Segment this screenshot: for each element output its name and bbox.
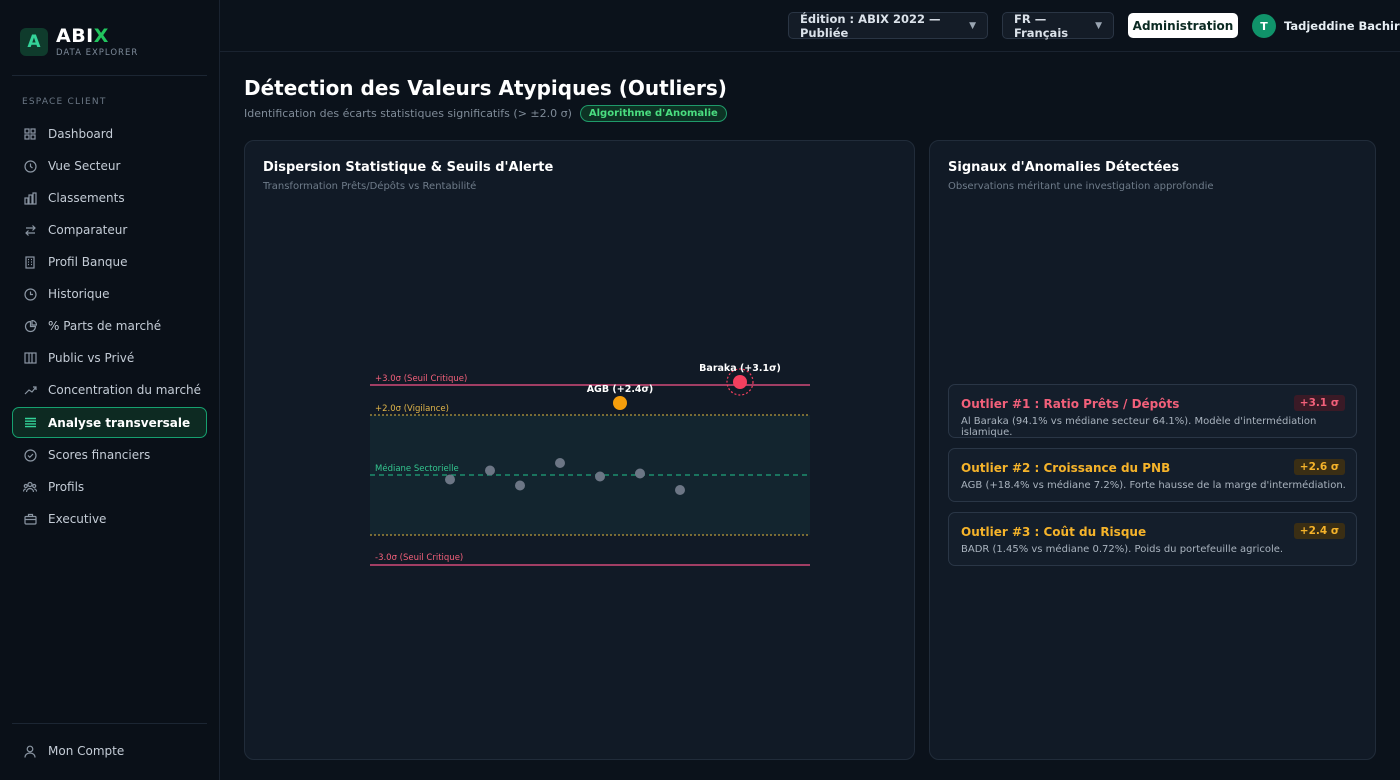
data-point	[555, 458, 565, 468]
user-name: Tadjeddine Bachir	[1284, 19, 1400, 33]
sidebar-item-label: Classements	[48, 191, 125, 205]
anomaly-description: AGB (+18.4% vs médiane 7.2%). Forte haus…	[961, 480, 1346, 491]
sidebar-item-label: Scores financiers	[48, 448, 151, 462]
logo-a-icon: A	[20, 28, 48, 56]
anomaly-card-title: Signaux d'Anomalies Détectées	[948, 160, 1180, 175]
divider	[12, 723, 207, 724]
anomaly-item[interactable]: Outlier #3 : Coût du Risque +2.4 σ BADR …	[948, 512, 1357, 566]
sidebar-item-label: Vue Secteur	[48, 159, 121, 173]
clock-icon	[23, 159, 37, 173]
brand-logo[interactable]: A ABIX DATA EXPLORER	[20, 26, 138, 58]
bar-chart-icon	[23, 191, 37, 205]
users-icon	[23, 480, 37, 494]
data-point	[595, 471, 605, 482]
reference-line-label: -3.0σ (Seuil Critique)	[375, 553, 463, 563]
anomaly-card-subtitle: Observations méritant une investigation …	[948, 181, 1214, 192]
sidebar-item-classements[interactable]: Classements	[12, 182, 207, 214]
anomaly-signals-card: Signaux d'Anomalies Détectées Observatio…	[929, 140, 1376, 760]
reference-line-label: +2.0σ (Vigilance)	[375, 404, 449, 414]
sidebar-item-label: Profils	[48, 480, 85, 494]
edition-select[interactable]: Édition : ABIX 2022 — Publiée ▼	[788, 11, 988, 40]
language-select[interactable]: FR — Français ▼	[1002, 11, 1114, 40]
check-circle-icon	[23, 448, 37, 462]
sidebar-item-label: Comparateur	[48, 223, 128, 237]
brand-name: ABIX	[56, 25, 109, 47]
algorithm-badge: Algorithme d'Anomalie	[579, 105, 727, 122]
data-point	[515, 480, 525, 491]
sidebar-item-label: Analyse transversale	[48, 415, 191, 430]
sidebar-item-scores-financiers[interactable]: Scores financiers	[12, 439, 207, 471]
sidebar-item-label: % Parts de marché	[48, 319, 162, 333]
list-icon	[23, 416, 37, 430]
data-point	[445, 474, 455, 485]
sidebar-item-profil-banque[interactable]: Profil Banque	[12, 246, 207, 278]
sidebar-item-mon-compte[interactable]: Mon Compte	[12, 735, 207, 767]
sidebar-item-label: Public vs Privé	[48, 351, 135, 365]
brand-subtitle: DATA EXPLORER	[56, 48, 139, 58]
data-point-critical	[733, 375, 747, 389]
sidebar-item-label: Historique	[48, 287, 110, 301]
sigma-badge: +3.1 σ	[1293, 395, 1345, 411]
data-point-label: AGB (+2.4σ)	[587, 384, 654, 395]
building-icon	[23, 255, 37, 269]
columns-icon	[23, 351, 37, 365]
data-point	[675, 485, 685, 495]
trend-icon	[23, 383, 37, 397]
sidebar-item-profils[interactable]: Profils	[12, 471, 207, 503]
sidebar-item-label: Concentration du marché	[48, 383, 202, 397]
sidebar-item-public-vs-prive[interactable]: Public vs Privé	[12, 342, 207, 374]
sigma-badge: +2.4 σ	[1293, 523, 1345, 539]
dispersion-chart-card: Dispersion Statistique & Seuils d'Alerte…	[244, 140, 915, 760]
caret-down-icon: ▼	[969, 20, 976, 31]
language-select-value: FR — Français	[1014, 11, 1069, 40]
user-icon	[23, 744, 37, 758]
sidebar-item-comparateur[interactable]: Comparateur	[12, 214, 207, 246]
sidebar-item-label: Profil Banque	[48, 255, 128, 269]
swap-icon	[23, 223, 37, 237]
scatter-chart: +3.0σ (Seuil Critique) +2.0σ (Vigilance) M…	[370, 363, 810, 566]
anomaly-title: Outlier #1 : Ratio Prêts / Dépôts	[961, 397, 1180, 411]
sidebar-item-label: Dashboard	[48, 127, 114, 141]
section-label: ESPACE CLIENT	[22, 97, 107, 107]
sidebar-item-historique[interactable]: Historique	[12, 278, 207, 310]
sidebar-item-label: Executive	[48, 512, 107, 526]
anomaly-description: Al Baraka (94.1% vs médiane secteur 64.1…	[961, 416, 1317, 438]
anomaly-title: Outlier #3 : Coût du Risque	[961, 525, 1147, 539]
reference-line-label: +3.0σ (Seuil Critique)	[375, 374, 467, 384]
divider	[12, 75, 207, 76]
caret-down-icon: ▼	[1095, 20, 1102, 31]
grid-icon	[23, 127, 37, 141]
anomaly-description: BADR (1.45% vs médiane 0.72%). Poids du …	[961, 544, 1284, 555]
sidebar-item-analyse-transversale[interactable]: Analyse transversale	[12, 407, 207, 438]
history-icon	[23, 287, 37, 301]
sigma-badge: +2.6 σ	[1293, 459, 1345, 475]
data-point	[485, 465, 495, 476]
data-point-label: Baraka (+3.1σ)	[699, 363, 781, 374]
administration-button[interactable]: Administration	[1128, 13, 1238, 38]
briefcase-icon	[23, 512, 37, 526]
page-subtitle: Identification des écarts statistiques s…	[244, 107, 572, 120]
sidebar: A ABIX DATA EXPLORER ESPACE CLIENT Dashb…	[0, 0, 220, 780]
sidebar-item-vue-secteur[interactable]: Vue Secteur	[12, 150, 207, 182]
sidebar-item-executive[interactable]: Executive	[12, 503, 207, 535]
data-point-warning	[613, 396, 627, 410]
sidebar-nav: Dashboard Vue Secteur Classements Compar…	[12, 118, 207, 535]
reference-line-label: Médiane Sectorielle	[375, 463, 459, 474]
pie-icon	[23, 319, 37, 333]
edition-select-value: Édition : ABIX 2022 — Publiée	[800, 11, 941, 40]
sidebar-item-dashboard[interactable]: Dashboard	[12, 118, 207, 150]
sidebar-item-parts-de-marche[interactable]: % Parts de marché	[12, 310, 207, 342]
anomaly-item[interactable]: Outlier #2 : Croissance du PNB +2.6 σ AG…	[948, 448, 1357, 502]
anomaly-title: Outlier #2 : Croissance du PNB	[961, 461, 1171, 475]
anomaly-list: Outlier #1 : Ratio Prêts / Dépôts +3.1 σ…	[948, 384, 1357, 576]
anomaly-item[interactable]: Outlier #1 : Ratio Prêts / Dépôts +3.1 σ…	[948, 384, 1357, 438]
data-point	[635, 468, 645, 479]
page-title: Détection des Valeurs Atypiques (Outlier…	[244, 76, 727, 100]
avatar: T	[1252, 14, 1276, 38]
sidebar-item-concentration[interactable]: Concentration du marché	[12, 374, 207, 406]
sidebar-item-label: Mon Compte	[48, 744, 125, 758]
user-menu[interactable]: T Tadjeddine Bachir	[1252, 14, 1400, 38]
